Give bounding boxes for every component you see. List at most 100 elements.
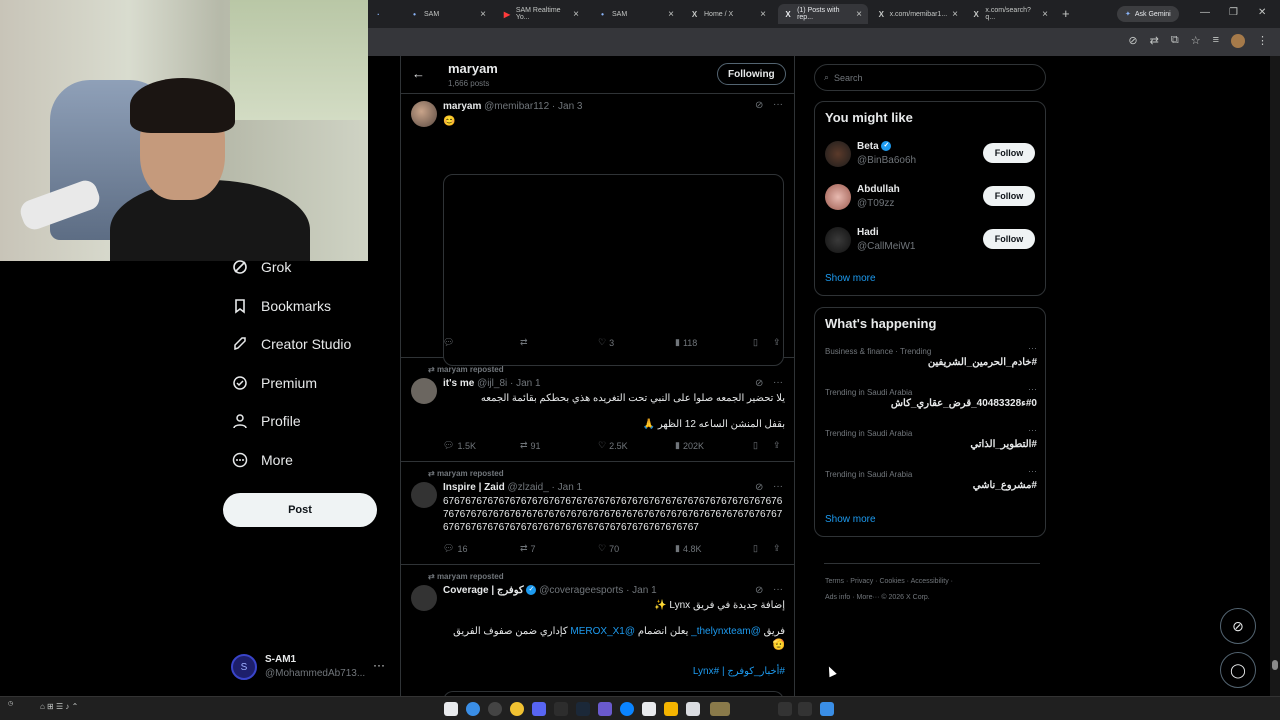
bookmark-icon[interactable]: ▯ [753,440,758,451]
reply-button[interactable]: 💬︎ 1.5K [443,440,476,451]
more-dots-icon[interactable]: ··· [1028,425,1037,435]
new-tab-icon[interactable]: + [1062,6,1070,21]
app-icon[interactable] [710,702,730,716]
close-icon[interactable]: × [668,9,674,20]
back-arrow-icon[interactable]: ← [412,66,425,81]
post[interactable]: ⇄ maryam reposted it's me @ijl_8i · Jan … [401,358,794,462]
mention-link[interactable]: @thelynxteam_ [691,626,761,637]
browser-tab[interactable]: · [368,4,400,24]
menu-icon[interactable]: ⋮ [1257,34,1268,48]
show-more-link[interactable]: Show more [825,273,876,284]
close-icon[interactable]: × [573,9,579,20]
avatar[interactable] [411,482,437,508]
steam-icon[interactable] [576,702,590,716]
share-icon[interactable]: ⇪ [773,543,781,554]
search-input[interactable]: ⌕ Search [814,64,1046,91]
views-button[interactable]: ▮ 118 [675,337,697,348]
app-icon[interactable] [642,702,656,716]
avatar[interactable] [825,141,851,167]
ask-gemini-button[interactable]: ✦ Ask Gemini [1117,6,1179,22]
following-button[interactable]: Following [717,63,786,85]
post[interactable]: maryam @memibar112 · Jan 3 ⊘ ··· 😊 💬︎ ⇄ … [401,94,794,366]
like-button[interactable]: ♡ 2.5K [598,440,628,451]
follow-button[interactable]: Follow [983,186,1035,206]
scrollbar[interactable] [1270,56,1280,696]
nav-item-grok[interactable]: Grok [232,259,291,275]
window-close-icon[interactable]: ✕ [1258,7,1266,18]
bookmark-icon[interactable]: ▯ [753,543,758,554]
nav-item-profile[interactable]: Profile [232,413,301,429]
star-icon[interactable]: ☆ [1191,34,1201,48]
reply-button[interactable]: 💬︎ 16 [443,543,467,554]
repost-button[interactable]: ⇄ 91 [520,440,541,451]
close-icon[interactable]: × [760,9,766,20]
media-icon[interactable]: ≡ [1213,34,1219,48]
app-icon[interactable] [686,702,700,716]
like-button[interactable]: ♡ 3 [598,337,614,348]
trend-item[interactable]: Trending in Saudi Arabia ··· #مشروع_ناشي [825,466,1037,506]
footer-links[interactable]: Terms · Privacy · Cookies · Accessibilit… [825,578,953,585]
share-icon[interactable]: ⇪ [773,440,781,451]
folder-icon[interactable] [664,702,678,716]
more-dots-icon[interactable]: ··· [773,99,783,110]
repost-button[interactable]: ⇄ 7 [520,543,536,554]
grok-icon[interactable]: ⊘ [755,100,763,111]
show-more-link[interactable]: Show more [825,514,876,525]
bookmark-icon[interactable]: ▯ [753,337,758,348]
trend-item[interactable]: Trending in Saudi Arabia ··· #التطوير_ال… [825,425,1037,465]
suggestion-name[interactable]: Beta ✓ [857,141,892,152]
suggestion-item[interactable]: Beta ✓ @BinBa6o6h Follow [825,141,1037,171]
scrollbar-thumb[interactable] [1272,660,1278,670]
post[interactable]: ⇄ maryam reposted Inspire | Zaid @zlzaid… [401,462,794,565]
follow-button[interactable]: Follow [983,143,1035,163]
browser-tab-active[interactable]: X (1) Posts with rep... × [778,4,868,24]
more-dots-icon[interactable]: ··· [1028,384,1037,394]
messages-fab-button[interactable]: ◯ [1220,652,1256,688]
suggestion-item[interactable]: Hadi @CallMeiW1 Follow [825,227,1037,257]
close-icon[interactable]: × [480,9,486,20]
post-button[interactable]: Post [223,493,377,527]
avatar[interactable] [825,184,851,210]
translate-icon[interactable]: ⇄ [1150,34,1159,48]
trend-item[interactable]: Trending in Saudi Arabia ··· #0ء40483328… [825,384,1037,424]
more-dots-icon[interactable]: ··· [773,481,783,492]
avatar[interactable] [411,378,437,404]
chrome-icon[interactable] [510,702,524,716]
avatar[interactable] [411,585,437,611]
views-button[interactable]: ▮ 202K [675,440,704,451]
more-dots-icon[interactable]: ··· [773,377,783,388]
avatar[interactable] [825,227,851,253]
close-icon[interactable]: × [1042,9,1048,20]
mention-link[interactable]: @MEROX_X1 [570,626,635,637]
terminal-icon[interactable] [554,702,568,716]
more-dots-icon[interactable]: ··· [1028,466,1037,476]
share-icon[interactable]: ⇪ [773,337,781,348]
tray-icons[interactable]: ⌂ ⊞ ☰ ♪ ⌃ [40,702,78,711]
maximize-icon[interactable]: ❐ [1229,7,1238,18]
grok-icon[interactable]: ⊘ [755,378,763,389]
nav-item-premium[interactable]: Premium [232,375,317,391]
views-button[interactable]: ▮ 4.8K [675,543,701,554]
browser-tab[interactable]: • SAM × [404,4,492,24]
edge-icon[interactable] [620,702,634,716]
like-button[interactable]: ♡ 70 [598,543,619,554]
account-switcher[interactable]: S S-AM1 @MohammedAb713... ··· [231,652,391,682]
avatar[interactable] [411,101,437,127]
browser-tab[interactable]: • SAM × [592,4,680,24]
browser-tab[interactable]: Xx.com/search?q... × [966,4,1054,24]
browser-tab[interactable]: X Home / X × [684,4,772,24]
nav-item-creator-studio[interactable]: Creator Studio [232,336,351,352]
hashtag-link[interactable]: #أخبار_كوفرج | #Lynx [443,665,785,678]
app-icon[interactable] [598,702,612,716]
post[interactable]: ⇄ maryam reposted Coverage | كوفرج ✓ @co… [401,565,794,696]
search-icon[interactable] [466,702,480,716]
grok-fab-button[interactable]: ⊘ [1220,608,1256,644]
nav-item-bookmarks[interactable]: Bookmarks [232,298,331,314]
search-icon[interactable] [798,702,812,716]
browser-tab[interactable]: ▶ SAM Realtime Yo... × [497,4,585,24]
app-icon[interactable] [488,702,502,716]
camera-off-icon[interactable]: ⊘ [1128,34,1137,48]
suggestion-name[interactable]: Hadi [857,227,879,238]
follow-button[interactable]: Follow [983,229,1035,249]
reply-button[interactable]: 💬︎ [443,337,457,348]
